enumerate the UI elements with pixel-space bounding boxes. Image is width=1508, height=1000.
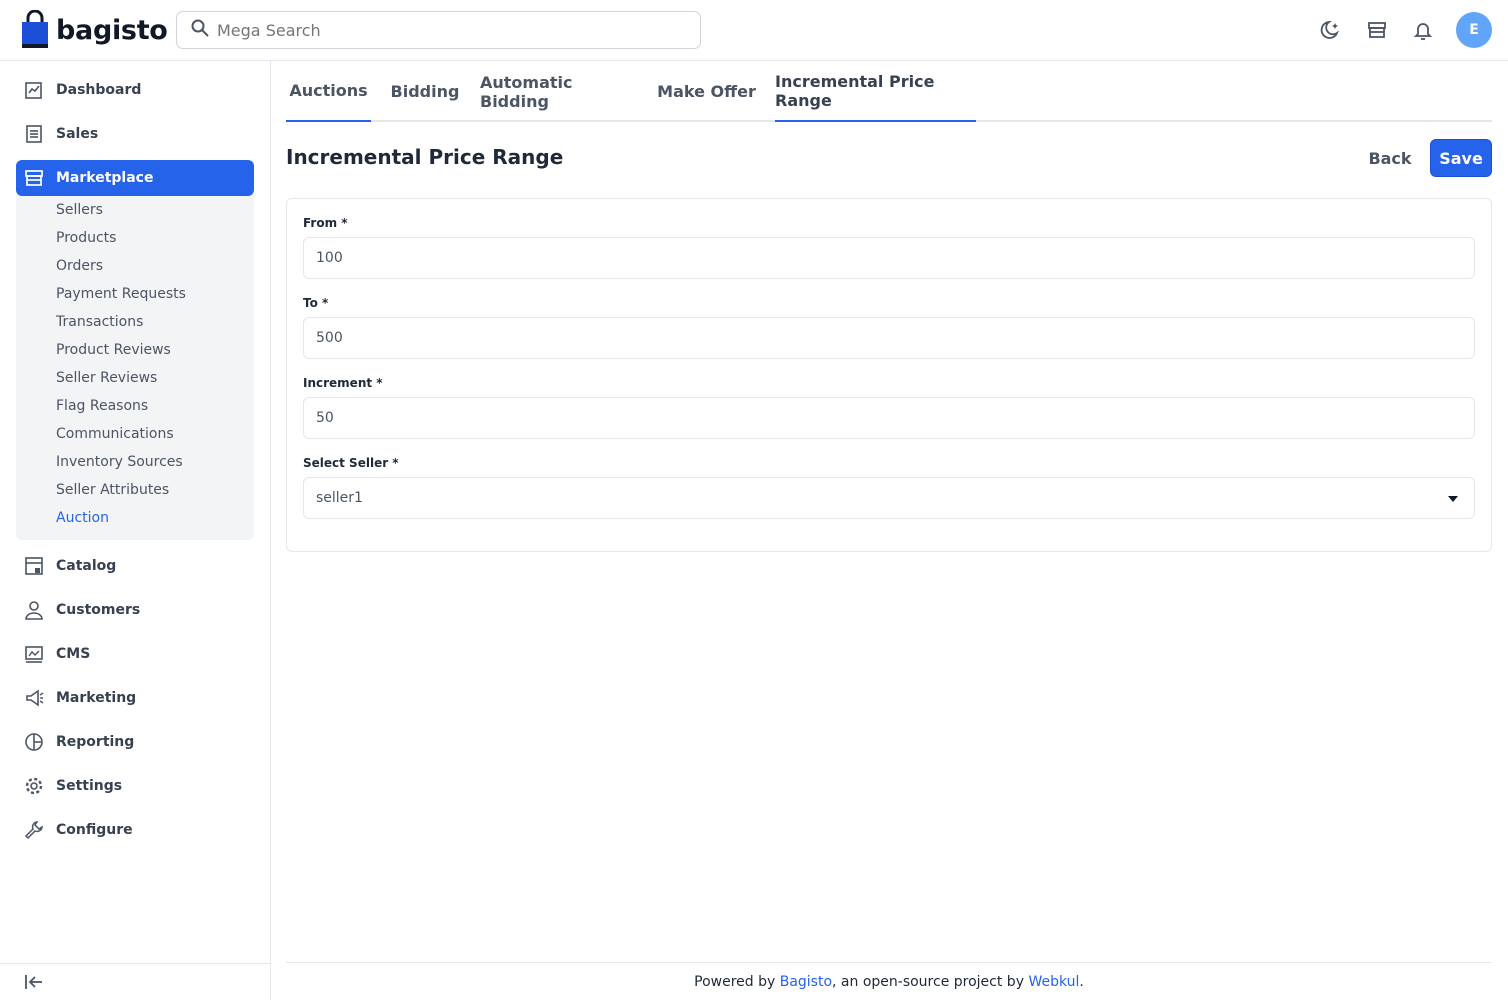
sidebar-item-label: Marketplace xyxy=(56,170,154,186)
from-value: 100 xyxy=(316,250,343,266)
webkul-link[interactable]: Webkul xyxy=(1028,974,1079,990)
sidebar-item-cms[interactable]: CMS xyxy=(16,636,254,672)
footer-suffix: . xyxy=(1079,973,1084,990)
marketing-icon xyxy=(24,688,44,708)
increment-label: Increment * xyxy=(303,376,383,390)
from-input[interactable]: 100 xyxy=(303,237,1475,279)
catalog-icon xyxy=(24,556,44,576)
sales-icon xyxy=(24,124,44,144)
submenu-item-products[interactable]: Products xyxy=(56,230,116,246)
submenu-item-communications[interactable]: Communications xyxy=(56,426,174,442)
top-header: bagisto E xyxy=(0,0,1508,61)
sidebar-item-catalog[interactable]: Catalog xyxy=(16,548,254,584)
sidebar-item-customers[interactable]: Customers xyxy=(16,592,254,628)
user-avatar[interactable]: E xyxy=(1456,12,1492,48)
store-icon xyxy=(24,168,44,188)
sidebar-item-label: Sales xyxy=(56,126,99,142)
from-label: From * xyxy=(303,216,348,230)
moon-icon[interactable] xyxy=(1318,17,1344,43)
sidebar-item-label: Marketing xyxy=(56,690,137,706)
tab-incremental-price-range[interactable]: Incremental Price Range xyxy=(775,61,976,122)
dashboard-icon xyxy=(24,80,44,100)
collapse-sidebar-button[interactable] xyxy=(0,963,270,1000)
submenu-item-product-reviews[interactable]: Product Reviews xyxy=(56,342,171,358)
to-value: 500 xyxy=(316,330,343,346)
submenu-item-inventory-sources[interactable]: Inventory Sources xyxy=(56,454,183,470)
sidebar-item-label: Configure xyxy=(56,822,133,838)
store-icon[interactable] xyxy=(1364,17,1390,43)
caret-down-icon xyxy=(1448,496,1458,502)
sidebar-item-label: Settings xyxy=(56,778,123,794)
sidebar-item-label: Reporting xyxy=(56,734,135,750)
sidebar-item-marketing[interactable]: Marketing xyxy=(16,680,254,716)
tab-bidding[interactable]: Bidding xyxy=(387,61,463,122)
bagisto-link[interactable]: Bagisto xyxy=(780,974,832,990)
cms-icon xyxy=(24,644,44,664)
auction-tabs: Auctions Bidding Automatic Bidding Make … xyxy=(286,61,1492,122)
sidebar-item-reporting[interactable]: Reporting xyxy=(16,724,254,760)
select-seller-label: Select Seller * xyxy=(303,456,399,470)
brand-name: bagisto xyxy=(56,14,168,46)
submenu-item-transactions[interactable]: Transactions xyxy=(56,314,143,330)
bell-icon[interactable] xyxy=(1410,17,1436,43)
search-input[interactable] xyxy=(217,20,657,40)
shopping-bag-icon xyxy=(20,9,50,50)
collapse-icon xyxy=(24,974,44,994)
page-title: Incremental Price Range xyxy=(286,145,564,169)
settings-icon xyxy=(24,776,44,796)
footer-prefix: Powered by xyxy=(694,973,780,990)
wrench-icon xyxy=(24,820,44,840)
submenu-item-seller-attributes[interactable]: Seller Attributes xyxy=(56,482,169,498)
footer: Powered by Bagisto , an open-source proj… xyxy=(286,962,1492,1000)
search-icon xyxy=(191,19,209,41)
sidebar-item-sales[interactable]: Sales xyxy=(16,116,254,152)
save-button[interactable]: Save xyxy=(1430,139,1492,177)
sidebar-item-dashboard[interactable]: Dashboard xyxy=(16,72,254,108)
back-button[interactable]: Back xyxy=(1362,140,1418,176)
submenu-item-payment-requests[interactable]: Payment Requests xyxy=(56,286,186,302)
sidebar-item-configure[interactable]: Configure xyxy=(16,812,254,848)
select-seller-value: seller1 xyxy=(316,490,363,506)
reporting-icon xyxy=(24,732,44,752)
sidebar-item-label: Customers xyxy=(56,602,141,618)
submenu-item-auction[interactable]: Auction xyxy=(56,510,109,526)
tab-automatic-bidding[interactable]: Automatic Bidding xyxy=(480,61,638,122)
to-label: To * xyxy=(303,296,329,310)
to-input[interactable]: 500 xyxy=(303,317,1475,359)
sidebar-item-label: Dashboard xyxy=(56,82,142,98)
tab-auctions[interactable]: Auctions xyxy=(286,61,371,122)
increment-input[interactable]: 50 xyxy=(303,397,1475,439)
sidebar-item-marketplace[interactable]: Marketplace xyxy=(16,160,254,196)
submenu-item-orders[interactable]: Orders xyxy=(56,258,103,274)
submenu-item-sellers[interactable]: Sellers xyxy=(56,202,103,218)
bagisto-logo[interactable]: bagisto xyxy=(20,9,168,50)
increment-value: 50 xyxy=(316,410,334,426)
customers-icon xyxy=(24,600,44,620)
select-seller-dropdown[interactable]: seller1 xyxy=(303,477,1475,519)
price-range-form: From * 100 To * 500 Increment * 50 Selec… xyxy=(286,198,1492,552)
marketplace-submenu: Sellers Products Orders Payment Requests… xyxy=(16,196,254,540)
sidebar: Dashboard Sales Marketplace Sellers Prod… xyxy=(0,61,271,1000)
footer-middle: , an open-source project by xyxy=(832,973,1029,990)
sidebar-item-label: CMS xyxy=(56,646,91,662)
submenu-item-flag-reasons[interactable]: Flag Reasons xyxy=(56,398,148,414)
submenu-item-seller-reviews[interactable]: Seller Reviews xyxy=(56,370,157,386)
tab-make-offer[interactable]: Make Offer xyxy=(654,61,759,122)
sidebar-item-label: Catalog xyxy=(56,558,117,574)
mega-search[interactable] xyxy=(176,11,701,49)
sidebar-item-settings[interactable]: Settings xyxy=(16,768,254,804)
